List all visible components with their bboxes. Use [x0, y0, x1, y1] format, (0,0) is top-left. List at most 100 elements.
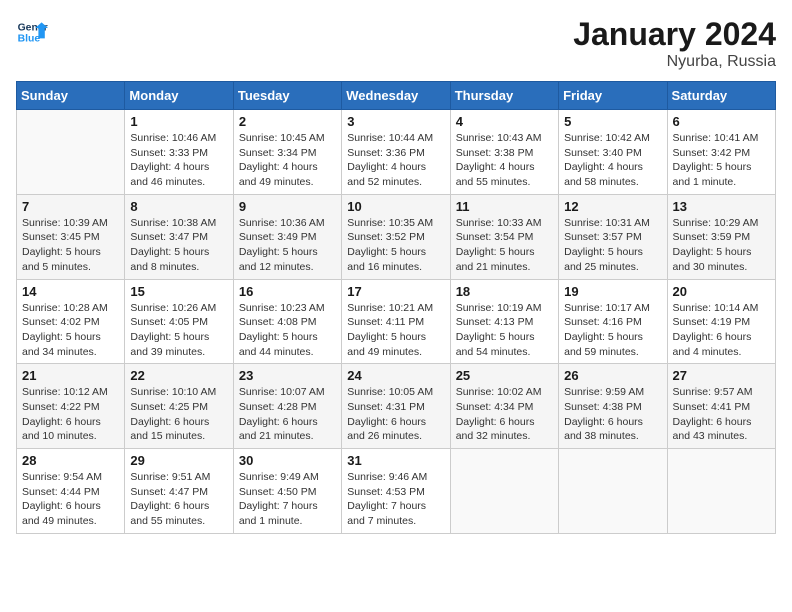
calendar-body: 1 Sunrise: 10:46 AM Sunset: 3:33 PM Dayli…	[17, 110, 776, 534]
calendar-cell: 16 Sunrise: 10:23 AM Sunset: 4:08 PM Dayl…	[233, 279, 341, 364]
day-info: Sunrise: 10:36 AM Sunset: 3:49 PM Daylig…	[239, 216, 336, 275]
day-number: 28	[22, 453, 119, 468]
calendar-cell: 22 Sunrise: 10:10 AM Sunset: 4:25 PM Dayl…	[125, 364, 233, 449]
day-number: 31	[347, 453, 444, 468]
day-number: 20	[673, 284, 770, 299]
day-info: Sunrise: 10:26 AM Sunset: 4:05 PM Daylig…	[130, 301, 227, 360]
day-info: Sunrise: 10:28 AM Sunset: 4:02 PM Daylig…	[22, 301, 119, 360]
day-info: Sunrise: 9:54 AM Sunset: 4:44 PM Dayligh…	[22, 470, 119, 529]
day-info: Sunrise: 9:51 AM Sunset: 4:47 PM Dayligh…	[130, 470, 227, 529]
calendar-cell: 9 Sunrise: 10:36 AM Sunset: 3:49 PM Dayli…	[233, 194, 341, 279]
calendar-cell: 13 Sunrise: 10:29 AM Sunset: 3:59 PM Dayl…	[667, 194, 775, 279]
calendar-cell: 27 Sunrise: 9:57 AM Sunset: 4:41 PM Dayli…	[667, 364, 775, 449]
calendar-cell: 12 Sunrise: 10:31 AM Sunset: 3:57 PM Dayl…	[559, 194, 667, 279]
calendar-cell: 17 Sunrise: 10:21 AM Sunset: 4:11 PM Dayl…	[342, 279, 450, 364]
weekday-wednesday: Wednesday	[342, 82, 450, 110]
day-number: 26	[564, 368, 661, 383]
day-info: Sunrise: 10:17 AM Sunset: 4:16 PM Daylig…	[564, 301, 661, 360]
day-info: Sunrise: 10:42 AM Sunset: 3:40 PM Daylig…	[564, 131, 661, 190]
calendar-cell	[17, 110, 125, 195]
day-number: 15	[130, 284, 227, 299]
day-number: 19	[564, 284, 661, 299]
day-number: 14	[22, 284, 119, 299]
calendar-cell: 8Sunrise: 10:38 AM Sunset: 3:47 PM Dayli…	[125, 194, 233, 279]
calendar-cell: 11Sunrise: 10:33 AM Sunset: 3:54 PM Dayl…	[450, 194, 558, 279]
calendar-cell: 18Sunrise: 10:19 AM Sunset: 4:13 PM Dayl…	[450, 279, 558, 364]
week-row-3: 14 Sunrise: 10:28 AM Sunset: 4:02 PM Dayl…	[17, 279, 776, 364]
day-info: Sunrise: 10:23 AM Sunset: 4:08 PM Daylig…	[239, 301, 336, 360]
day-number: 1	[130, 114, 227, 129]
day-info: Sunrise: 10:07 AM Sunset: 4:28 PM Daylig…	[239, 385, 336, 444]
day-info: Sunrise: 9:57 AM Sunset: 4:41 PM Dayligh…	[673, 385, 770, 444]
day-info: Sunrise: 10:21 AM Sunset: 4:11 PM Daylig…	[347, 301, 444, 360]
day-number: 25	[456, 368, 553, 383]
weekday-header-row: SundayMondayTuesdayWednesdayThursdayFrid…	[17, 82, 776, 110]
day-info: Sunrise: 10:10 AM Sunset: 4:25 PM Daylig…	[130, 385, 227, 444]
calendar-cell: 30 Sunrise: 9:49 AM Sunset: 4:50 PM Dayli…	[233, 449, 341, 534]
day-info: Sunrise: 10:45 AM Sunset: 3:34 PM Daylig…	[239, 131, 336, 190]
day-info: Sunrise: 10:44 AM Sunset: 3:36 PM Daylig…	[347, 131, 444, 190]
day-number: 2	[239, 114, 336, 129]
day-number: 10	[347, 199, 444, 214]
calendar-table: SundayMondayTuesdayWednesdayThursdayFrid…	[16, 81, 776, 534]
calendar-cell: 23Sunrise: 10:07 AM Sunset: 4:28 PM Dayl…	[233, 364, 341, 449]
day-info: Sunrise: 9:59 AM Sunset: 4:38 PM Dayligh…	[564, 385, 661, 444]
day-number: 7	[22, 199, 119, 214]
weekday-saturday: Saturday	[667, 82, 775, 110]
day-number: 13	[673, 199, 770, 214]
calendar-cell	[667, 449, 775, 534]
day-number: 17	[347, 284, 444, 299]
day-number: 24	[347, 368, 444, 383]
day-info: Sunrise: 10:31 AM Sunset: 3:57 PM Daylig…	[564, 216, 661, 275]
day-info: Sunrise: 9:49 AM Sunset: 4:50 PM Dayligh…	[239, 470, 336, 529]
day-number: 8	[130, 199, 227, 214]
calendar-cell: 24 Sunrise: 10:05 AM Sunset: 4:31 PM Dayl…	[342, 364, 450, 449]
page-header: General Blue January 2024 Nyurba, Russia	[16, 16, 776, 71]
day-info: Sunrise: 10:41 AM Sunset: 3:42 PM Daylig…	[673, 131, 770, 190]
day-info: Sunrise: 10:02 AM Sunset: 4:34 PM Daylig…	[456, 385, 553, 444]
calendar-cell: 1 Sunrise: 10:46 AM Sunset: 3:33 PM Dayli…	[125, 110, 233, 195]
month-title: January 2024	[573, 16, 776, 53]
week-row-1: 1 Sunrise: 10:46 AM Sunset: 3:33 PM Dayli…	[17, 110, 776, 195]
day-info: Sunrise: 10:46 AM Sunset: 3:33 PM Daylig…	[130, 131, 227, 190]
calendar-cell: 5 Sunrise: 10:42 AM Sunset: 3:40 PM Dayli…	[559, 110, 667, 195]
calendar-cell: 25 Sunrise: 10:02 AM Sunset: 4:34 PM Dayl…	[450, 364, 558, 449]
weekday-tuesday: Tuesday	[233, 82, 341, 110]
calendar-cell: 10 Sunrise: 10:35 AM Sunset: 3:52 PM Dayl…	[342, 194, 450, 279]
day-info: Sunrise: 10:19 AM Sunset: 4:13 PM Daylig…	[456, 301, 553, 360]
week-row-4: 21Sunrise: 10:12 AM Sunset: 4:22 PM Dayl…	[17, 364, 776, 449]
day-number: 16	[239, 284, 336, 299]
weekday-friday: Friday	[559, 82, 667, 110]
week-row-5: 28 Sunrise: 9:54 AM Sunset: 4:44 PM Dayli…	[17, 449, 776, 534]
day-info: Sunrise: 10:29 AM Sunset: 3:59 PM Daylig…	[673, 216, 770, 275]
day-number: 9	[239, 199, 336, 214]
calendar-cell: 26 Sunrise: 9:59 AM Sunset: 4:38 PM Dayli…	[559, 364, 667, 449]
calendar-cell	[559, 449, 667, 534]
day-number: 22	[130, 368, 227, 383]
day-info: Sunrise: 10:39 AM Sunset: 3:45 PM Daylig…	[22, 216, 119, 275]
calendar-cell: 15 Sunrise: 10:26 AM Sunset: 4:05 PM Dayl…	[125, 279, 233, 364]
calendar-header: SundayMondayTuesdayWednesdayThursdayFrid…	[17, 82, 776, 110]
day-number: 12	[564, 199, 661, 214]
day-number: 21	[22, 368, 119, 383]
calendar-cell: 4Sunrise: 10:43 AM Sunset: 3:38 PM Dayli…	[450, 110, 558, 195]
location-title: Nyurba, Russia	[573, 53, 776, 71]
day-number: 6	[673, 114, 770, 129]
day-info: Sunrise: 10:05 AM Sunset: 4:31 PM Daylig…	[347, 385, 444, 444]
calendar-cell: 20 Sunrise: 10:14 AM Sunset: 4:19 PM Dayl…	[667, 279, 775, 364]
weekday-monday: Monday	[125, 82, 233, 110]
weekday-thursday: Thursday	[450, 82, 558, 110]
day-number: 3	[347, 114, 444, 129]
day-number: 27	[673, 368, 770, 383]
calendar-cell: 7 Sunrise: 10:39 AM Sunset: 3:45 PM Dayli…	[17, 194, 125, 279]
day-number: 11	[456, 199, 553, 214]
day-number: 5	[564, 114, 661, 129]
day-number: 4	[456, 114, 553, 129]
day-info: Sunrise: 10:14 AM Sunset: 4:19 PM Daylig…	[673, 301, 770, 360]
title-area: January 2024 Nyurba, Russia	[573, 16, 776, 71]
calendar-cell: 19 Sunrise: 10:17 AM Sunset: 4:16 PM Dayl…	[559, 279, 667, 364]
day-info: Sunrise: 10:35 AM Sunset: 3:52 PM Daylig…	[347, 216, 444, 275]
calendar-cell: 29Sunrise: 9:51 AM Sunset: 4:47 PM Dayli…	[125, 449, 233, 534]
calendar-cell	[450, 449, 558, 534]
day-number: 30	[239, 453, 336, 468]
